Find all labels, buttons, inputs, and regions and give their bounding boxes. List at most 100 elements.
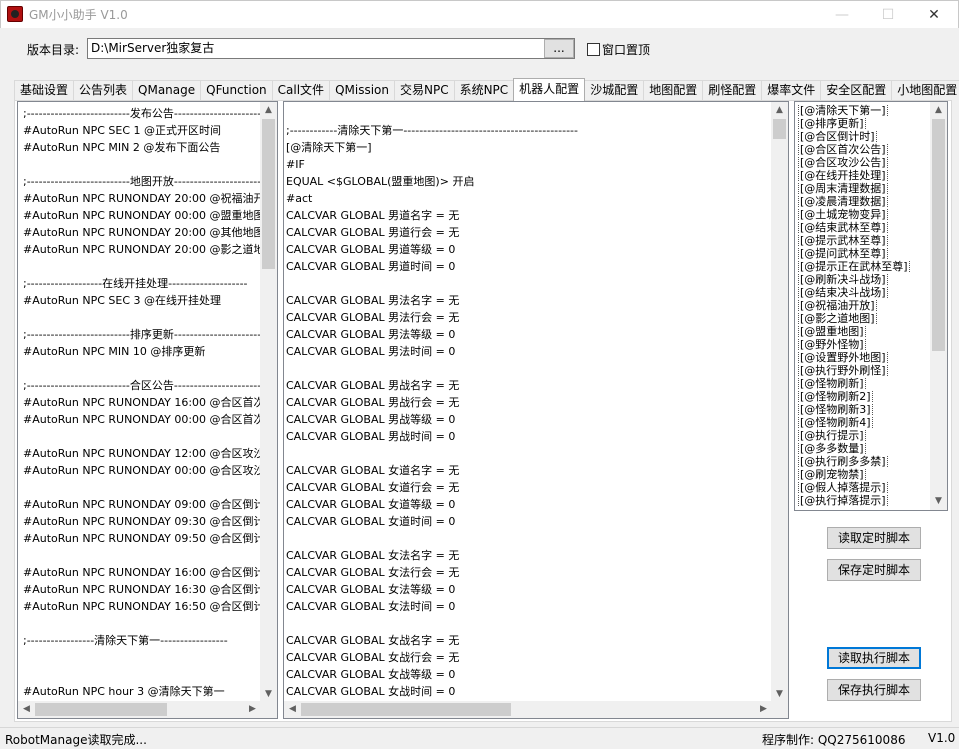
list-item[interactable]: [@多多数量]: [798, 442, 930, 455]
script-line: #act: [286, 192, 313, 205]
scroll-left-icon[interactable]: ◀: [284, 701, 301, 718]
browse-button[interactable]: ...: [544, 39, 574, 58]
tab-3[interactable]: QFunction: [200, 80, 273, 100]
list-item[interactable]: [@结束武林至尊]: [798, 221, 930, 234]
list-item[interactable]: [@提示正在武林至尊]: [798, 260, 930, 273]
scroll-thumb[interactable]: [301, 703, 511, 716]
script-line: [23, 615, 261, 632]
list-item[interactable]: [@设置野外地图]: [798, 351, 930, 364]
list-item[interactable]: [@怪物刷新2]: [798, 390, 930, 403]
scroll-thumb[interactable]: [262, 119, 275, 269]
tab-12[interactable]: 爆率文件: [761, 80, 822, 100]
close-button[interactable]: ✕: [911, 1, 957, 29]
timer-hscrollbar[interactable]: ◀ ▶: [18, 701, 261, 718]
tab-strip: 基础设置 公告列表 QManage QFunction Call文件 QMission 交易…: [14, 78, 959, 101]
tab-11[interactable]: 刷怪配置: [702, 80, 763, 100]
tab-5[interactable]: QMission: [329, 80, 395, 100]
script-line: #AutoRun NPC RUNONDAY 09:00 @合区倒计时: [23, 498, 261, 511]
list-item[interactable]: [@刷新决斗战场]: [798, 273, 930, 286]
maximize-button[interactable]: ☐: [865, 1, 911, 29]
exec-vscrollbar[interactable]: ▲ ▼: [771, 102, 788, 703]
script-line: #AutoRun NPC SEC 3 @在线开挂处理: [23, 294, 221, 307]
tab-7[interactable]: 系统NPC: [453, 80, 515, 100]
script-line: #IF: [286, 158, 305, 171]
list-item[interactable]: [@执行提示]: [798, 429, 930, 442]
label-listbox[interactable]: [@清除天下第一] [@排序更新] [@合区倒计时] [@合区首次公告] [@合区攻沙公…: [794, 101, 948, 511]
save-timer-script-button[interactable]: 保存定时脚本: [827, 559, 921, 581]
title-bar[interactable]: GM小小助手 V1.0 — ☐ ✕: [0, 0, 959, 28]
list-item[interactable]: [@合区攻沙公告]: [798, 156, 930, 169]
list-item[interactable]: [@执行掉落提示]: [798, 494, 930, 507]
script-line: #AutoRun NPC RUNONDAY 12:00 @合区攻沙公告: [23, 447, 261, 460]
list-item[interactable]: [@执行野外刷怪]: [798, 364, 930, 377]
list-item[interactable]: [@合区首次公告]: [798, 143, 930, 156]
script-line: #AutoRun NPC SEC 1 @正式开区时间: [23, 124, 221, 137]
tab-8[interactable]: 机器人配置: [513, 78, 586, 101]
list-item-label: [@祝福油开放]: [798, 299, 877, 312]
timer-script-editor[interactable]: ;--------------------------发布公告---------…: [17, 101, 278, 719]
list-item[interactable]: [@提示武林至尊]: [798, 234, 930, 247]
dir-path-input[interactable]: D:\MirServer独家复古: [87, 38, 575, 59]
scroll-up-icon[interactable]: ▲: [260, 102, 277, 119]
list-item[interactable]: [@合区倒计时]: [798, 130, 930, 143]
tab-2[interactable]: QManage: [132, 80, 202, 100]
script-line: #AutoRun NPC RUNONDAY 16:00 @合区首次公告: [23, 396, 261, 409]
exec-hscrollbar[interactable]: ◀ ▶: [284, 701, 772, 718]
topmost-checkbox[interactable]: [587, 43, 600, 56]
list-item[interactable]: [@假人掉落提示]: [798, 481, 930, 494]
list-item[interactable]: [@结束决斗战场]: [798, 286, 930, 299]
list-item-label: [@结束决斗战场]: [798, 286, 888, 299]
list-item-label: [@提示正在武林至尊]: [798, 260, 910, 273]
tab-14[interactable]: 小地图配置: [891, 80, 959, 100]
list-item[interactable]: [@提问武林至尊]: [798, 247, 930, 260]
read-timer-script-button[interactable]: 读取定时脚本: [827, 527, 921, 549]
list-item[interactable]: [@排序更新]: [798, 117, 930, 130]
tab-9[interactable]: 沙城配置: [584, 80, 645, 100]
scroll-up-icon[interactable]: ▲: [930, 102, 947, 119]
list-item[interactable]: [@祝福油开放]: [798, 299, 930, 312]
list-item[interactable]: [@清除天下第一]: [798, 104, 930, 117]
list-item-label: [@清除天下第一]: [798, 104, 888, 117]
list-item[interactable]: [@土城宠物变异]: [798, 208, 930, 221]
list-item[interactable]: [@在线开挂处理]: [798, 169, 930, 182]
script-line: CALCVAR GLOBAL 女道行会 = 无: [286, 481, 460, 494]
script-line: ;--------------------------排序更新---------…: [23, 328, 261, 341]
script-line: [23, 666, 261, 683]
script-line: #AutoRun NPC RUNONDAY 00:00 @合区攻沙公告: [23, 464, 261, 477]
list-item[interactable]: [@怪物刷新4]: [798, 416, 930, 429]
script-line: [23, 309, 261, 326]
tab-10[interactable]: 地图配置: [643, 80, 704, 100]
list-item[interactable]: [@盟重地图]: [798, 325, 930, 338]
list-item[interactable]: [@凌晨清理数据]: [798, 195, 930, 208]
list-item[interactable]: [@怪物刷新]: [798, 377, 930, 390]
tab-0[interactable]: 基础设置: [14, 80, 75, 100]
script-line: ;-----------------清除天下第一----------------…: [23, 634, 228, 647]
scroll-down-icon[interactable]: ▼: [930, 493, 947, 510]
scroll-right-icon[interactable]: ▶: [755, 701, 772, 718]
list-item[interactable]: [@刷宠物禁]: [798, 468, 930, 481]
save-exec-script-button[interactable]: 保存执行脚本: [827, 679, 921, 701]
exec-script-editor[interactable]: ;------------清除天下第一---------------------…: [283, 101, 789, 719]
scroll-thumb[interactable]: [35, 703, 167, 716]
listbox-vscrollbar[interactable]: ▲ ▼: [930, 102, 947, 510]
scroll-right-icon[interactable]: ▶: [244, 701, 261, 718]
topmost-label[interactable]: 窗口置顶: [602, 41, 650, 58]
list-item[interactable]: [@影之道地图]: [798, 312, 930, 325]
timer-vscrollbar[interactable]: ▲ ▼: [260, 102, 277, 703]
scroll-up-icon[interactable]: ▲: [771, 102, 788, 119]
tab-1[interactable]: 公告列表: [73, 80, 134, 100]
list-item[interactable]: [@执行刷多多禁]: [798, 455, 930, 468]
list-item-label: [@合区攻沙公告]: [798, 156, 888, 169]
scroll-thumb[interactable]: [773, 119, 786, 139]
read-exec-script-button[interactable]: 读取执行脚本: [827, 647, 921, 669]
list-item[interactable]: [@周末清理数据]: [798, 182, 930, 195]
tab-13[interactable]: 安全区配置: [820, 80, 893, 100]
list-item[interactable]: [@怪物刷新3]: [798, 403, 930, 416]
list-item[interactable]: [@野外怪物]: [798, 338, 930, 351]
status-version: V1.0: [928, 731, 956, 745]
tab-4[interactable]: Call文件: [271, 80, 331, 100]
minimize-button[interactable]: —: [819, 1, 865, 29]
scroll-left-icon[interactable]: ◀: [18, 701, 35, 718]
tab-6[interactable]: 交易NPC: [393, 80, 455, 100]
scroll-thumb[interactable]: [932, 119, 945, 351]
